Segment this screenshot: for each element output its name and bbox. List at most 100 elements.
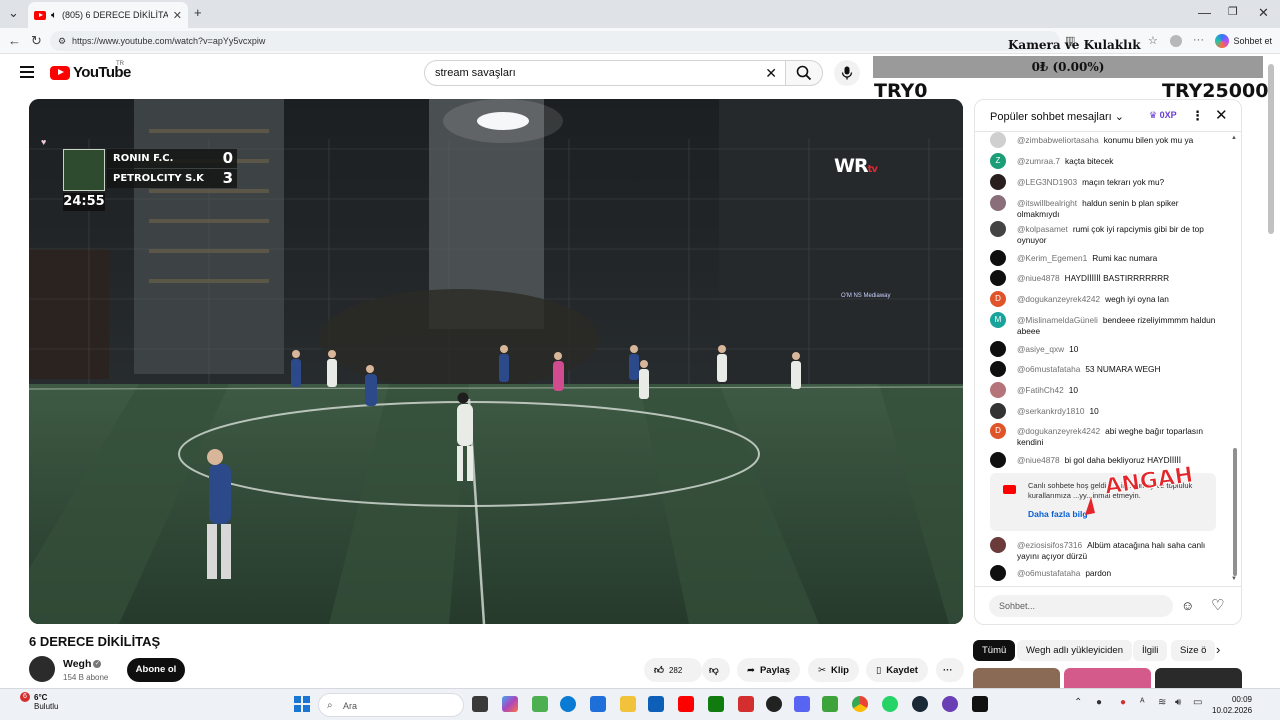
tray-app-icon[interactable]: ● bbox=[1120, 697, 1126, 708]
tray-overflow-icon[interactable]: ⌃ bbox=[1074, 697, 1082, 708]
obs-icon[interactable] bbox=[766, 696, 782, 712]
chat-avatar[interactable] bbox=[990, 341, 1006, 357]
back-icon[interactable]: ← bbox=[8, 33, 21, 48]
copilot-chat-button[interactable]: Sohbet et bbox=[1215, 32, 1272, 50]
wifi-icon[interactable]: ≋ bbox=[1158, 697, 1166, 708]
minecraft-icon[interactable] bbox=[822, 696, 838, 712]
speaker-icon[interactable]: 🔈︎ bbox=[51, 10, 57, 21]
xp-badge[interactable]: ♛ 0XP bbox=[1149, 110, 1177, 121]
chevron-right-icon[interactable]: › bbox=[1216, 642, 1220, 657]
discord-icon[interactable] bbox=[794, 696, 810, 712]
battery-icon[interactable]: ▭ bbox=[1193, 697, 1202, 708]
clock[interactable]: 00:09 10.02.2026 bbox=[1212, 694, 1252, 716]
scroll-down-icon[interactable]: ▼ bbox=[1231, 576, 1237, 582]
chat-avatar[interactable]: M bbox=[990, 312, 1006, 328]
chat-author[interactable]: @o6mustafataha bbox=[1017, 364, 1080, 374]
steam-icon[interactable] bbox=[912, 696, 928, 712]
chat-scrollbar[interactable] bbox=[1233, 448, 1237, 576]
recommended-thumbnail[interactable] bbox=[1155, 668, 1242, 688]
chat-avatar[interactable]: D bbox=[990, 423, 1006, 439]
taskbar-search[interactable]: ⌕ Ara bbox=[318, 693, 464, 717]
volume-icon[interactable]: 🔊︎ bbox=[1175, 697, 1181, 708]
chat-avatar[interactable] bbox=[990, 382, 1006, 398]
chat-avatar[interactable] bbox=[990, 565, 1006, 581]
chat-close-icon[interactable]: ✕ bbox=[1215, 106, 1228, 124]
capcut-icon[interactable] bbox=[972, 696, 988, 712]
chat-menu-icon[interactable]: ⋮ bbox=[1191, 108, 1204, 124]
search-button[interactable] bbox=[785, 60, 823, 86]
chat-author[interactable]: @LEG3ND1903 bbox=[1017, 177, 1077, 187]
chat-avatar[interactable] bbox=[990, 132, 1006, 148]
dislike-button[interactable]: 👎︎ bbox=[702, 658, 730, 682]
file-explorer-icon[interactable] bbox=[620, 696, 636, 712]
chat-author[interactable]: @niue4878 bbox=[1017, 455, 1060, 465]
task-view-icon[interactable] bbox=[472, 696, 488, 712]
xbox-icon[interactable] bbox=[708, 696, 724, 712]
share-button[interactable]: ➦ Paylaş bbox=[737, 658, 801, 682]
chat-avatar[interactable] bbox=[990, 403, 1006, 419]
new-tab-icon[interactable]: + bbox=[194, 5, 202, 20]
voice-search-button[interactable] bbox=[834, 60, 860, 86]
channel-avatar[interactable] bbox=[29, 656, 55, 682]
page-scrollbar[interactable] bbox=[1268, 64, 1274, 234]
chat-avatar[interactable] bbox=[990, 537, 1006, 553]
chat-avatar[interactable]: Z bbox=[990, 153, 1006, 169]
language-icon[interactable]: ᴬ bbox=[1140, 697, 1145, 708]
calculator-icon[interactable] bbox=[532, 696, 548, 712]
maximize-icon[interactable]: ❐ bbox=[1228, 5, 1238, 18]
copilot-app-icon[interactable] bbox=[502, 696, 518, 712]
minimize-icon[interactable]: — bbox=[1198, 5, 1211, 20]
close-window-icon[interactable]: ✕ bbox=[1258, 5, 1269, 21]
menu-icon[interactable] bbox=[20, 66, 34, 78]
video-player[interactable]: ♥ RONIN F.C. 0 PETROLCITY S.K 3 24:55 WR… bbox=[29, 99, 963, 624]
chat-avatar[interactable] bbox=[990, 452, 1006, 468]
app-icon[interactable] bbox=[942, 696, 958, 712]
chat-author[interactable]: @serkankrdy1810 bbox=[1017, 406, 1084, 416]
search-input[interactable]: stream savaşları ✕ bbox=[424, 60, 786, 86]
site-info-icon[interactable]: ⚙ bbox=[58, 31, 66, 51]
chat-avatar[interactable]: D bbox=[990, 291, 1006, 307]
close-tab-icon[interactable]: ✕ bbox=[173, 9, 182, 22]
url-field[interactable]: ⚙ https://www.youtube.com/watch?v=apYy5v… bbox=[50, 31, 1060, 51]
chat-author[interactable]: @Kerim_Egemen1 bbox=[1017, 253, 1087, 263]
channel-name[interactable]: Wegh ✓ bbox=[63, 658, 102, 670]
windows-start-icon[interactable] bbox=[294, 696, 310, 712]
chat-mode-dropdown[interactable]: Popüler sohbet mesajları ⌄ bbox=[990, 110, 1124, 123]
chat-author[interactable]: @itswillbealright bbox=[1017, 198, 1077, 208]
chat-avatar[interactable] bbox=[990, 195, 1006, 211]
chat-avatar[interactable] bbox=[990, 174, 1006, 190]
whatsapp-icon[interactable] bbox=[882, 696, 898, 712]
favorites-icon[interactable]: ☆ bbox=[1148, 34, 1158, 47]
chat-author[interactable]: @FatihCh42 bbox=[1017, 385, 1064, 395]
chat-input[interactable]: Sohbet... bbox=[989, 595, 1173, 617]
chat-author[interactable]: @niue4878 bbox=[1017, 273, 1060, 283]
clip-button[interactable]: ✂ Klip bbox=[808, 658, 859, 682]
outlook-icon[interactable] bbox=[648, 696, 664, 712]
filter-chip[interactable]: İlgili bbox=[1133, 640, 1168, 661]
tray-app-icon[interactable]: ● bbox=[1096, 697, 1102, 708]
heart-icon[interactable]: ♡ bbox=[1211, 596, 1224, 614]
more-icon[interactable]: ··· bbox=[1193, 34, 1204, 46]
like-button[interactable]: 👍︎ 282 bbox=[644, 658, 702, 682]
chat-author[interactable]: @kolpasamet bbox=[1017, 224, 1068, 234]
chat-author[interactable]: @dogukanzeyrek4242 bbox=[1017, 294, 1100, 304]
chat-avatar[interactable] bbox=[990, 361, 1006, 377]
edge-icon[interactable] bbox=[560, 696, 576, 712]
chat-author[interactable]: @dogukanzeyrek4242 bbox=[1017, 426, 1100, 436]
chat-avatar[interactable] bbox=[990, 221, 1006, 237]
subscribe-button[interactable]: Abone ol bbox=[127, 658, 185, 682]
chat-author[interactable]: @o6mustafataha bbox=[1017, 568, 1080, 578]
filter-chip[interactable]: Size ö bbox=[1171, 640, 1216, 661]
reload-icon[interactable]: ↻ bbox=[31, 33, 42, 49]
chat-author[interactable]: @MislinameldaGüneli bbox=[1017, 315, 1098, 325]
chrome-icon[interactable] bbox=[852, 696, 868, 712]
chat-author[interactable]: @zimbabweliortasaha bbox=[1017, 135, 1099, 145]
filter-chip[interactable]: Wegh adlı yükleyiciden bbox=[1017, 640, 1132, 661]
filter-chip[interactable]: Tümü bbox=[973, 640, 1016, 661]
youtube-app-icon[interactable] bbox=[678, 696, 694, 712]
chat-avatar[interactable] bbox=[990, 250, 1006, 266]
store-icon[interactable] bbox=[590, 696, 606, 712]
chat-author[interactable]: @asiye_qxw bbox=[1017, 344, 1064, 354]
app-icon[interactable] bbox=[738, 696, 754, 712]
chat-avatar[interactable] bbox=[990, 270, 1006, 286]
